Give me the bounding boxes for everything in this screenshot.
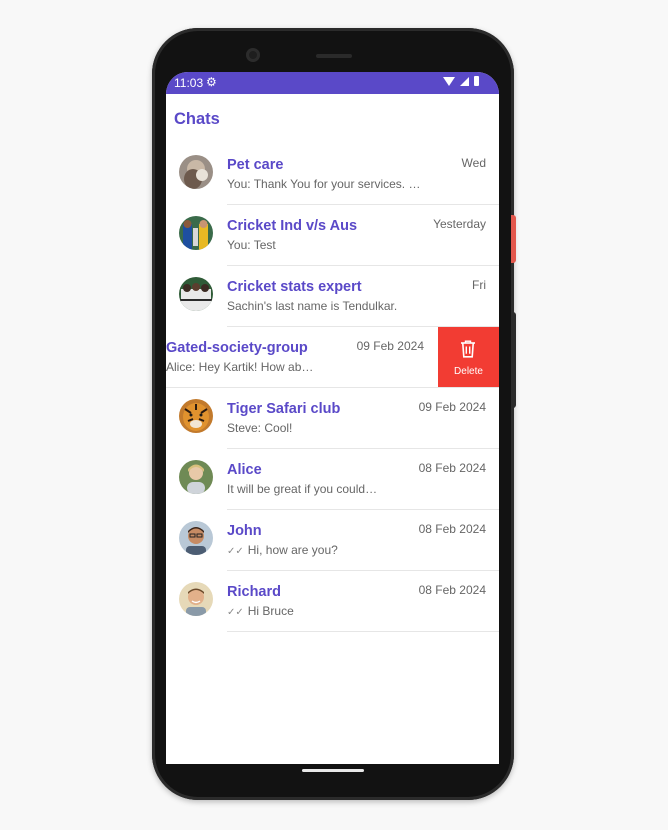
richard-avatar	[179, 582, 213, 616]
power-button	[511, 215, 516, 263]
chat-name: John	[227, 523, 262, 539]
chat-date: Yesterday	[433, 217, 486, 231]
chat-preview: Steve: Cool!	[227, 421, 293, 435]
status-icons	[443, 76, 479, 86]
page-title: Chats	[174, 110, 220, 128]
read-receipt-icon: ✓✓	[227, 607, 244, 618]
chat-name: Cricket Ind v/s Aus	[227, 218, 358, 234]
chat-row-tiger-safari-club[interactable]: Tiger Safari club Steve: Cool! 09 Feb 20…	[166, 388, 499, 449]
chat-preview: It will be great if you could…	[227, 482, 378, 496]
home-indicator[interactable]	[302, 769, 364, 772]
alice-avatar	[179, 460, 213, 494]
chat-preview-text: Hi, how are you?	[247, 543, 338, 557]
tiger-avatar	[179, 399, 213, 433]
volume-button	[511, 312, 516, 408]
chat-preview: ✓✓ Hi Bruce	[227, 604, 294, 618]
chat-name: Gated-society-group	[166, 340, 308, 356]
read-receipt-icon: ✓✓	[227, 546, 244, 557]
chat-date: 08 Feb 2024	[418, 522, 486, 536]
chat-list: Pet care You: Thank You for your service…	[166, 144, 499, 632]
front-camera	[246, 48, 260, 62]
chat-name: Tiger Safari club	[227, 401, 341, 417]
chat-row-pet-care[interactable]: Pet care You: Thank You for your service…	[166, 144, 499, 205]
chat-preview: You: Test	[227, 238, 276, 252]
chat-preview: ✓✓ Hi, how are you?	[227, 543, 338, 557]
signal-icon	[460, 76, 469, 86]
app-screen: 11:03 ⚙ Chats Pet care You: Thank You fo…	[166, 72, 499, 764]
chat-date: 08 Feb 2024	[418, 583, 486, 597]
chat-date: 09 Feb 2024	[356, 339, 424, 353]
chat-date: 08 Feb 2024	[418, 461, 486, 475]
gear-icon: ⚙	[206, 75, 217, 89]
chat-row-john[interactable]: John ✓✓ Hi, how are you? 08 Feb 2024	[166, 510, 499, 571]
chat-date: Wed	[461, 156, 486, 170]
chat-name: Pet care	[227, 157, 284, 173]
chat-date: Fri	[472, 278, 486, 292]
wifi-icon	[443, 76, 455, 86]
chat-row-gated-society-group[interactable]: Gated-society-group Alice: Hey Kartik! H…	[166, 327, 499, 388]
status-bar: 11:03 ⚙	[166, 72, 499, 94]
chat-row-richard[interactable]: Richard ✓✓ Hi Bruce 08 Feb 2024	[166, 571, 499, 632]
battery-icon	[474, 76, 479, 86]
chat-row-cricket-ind-aus[interactable]: Cricket Ind v/s Aus You: Test Yesterday	[166, 205, 499, 266]
chat-row-alice[interactable]: Alice It will be great if you could… 08 …	[166, 449, 499, 510]
chat-preview-text: Hi Bruce	[247, 604, 294, 618]
chat-name: Alice	[227, 462, 262, 478]
delete-label: Delete	[454, 366, 483, 377]
trash-icon	[461, 340, 475, 358]
chat-date: 09 Feb 2024	[418, 400, 486, 414]
chat-preview: Alice: Hey Kartik! How ab…	[166, 360, 314, 374]
chat-name: Cricket stats expert	[227, 279, 362, 295]
earpiece-speaker	[316, 54, 352, 58]
status-time: 11:03	[174, 76, 204, 90]
pet-care-avatar	[179, 155, 213, 189]
chat-preview: You: Thank You for your services. …	[227, 177, 421, 191]
cricket-avatar	[179, 216, 213, 250]
chat-name: Richard	[227, 584, 281, 600]
cricket-stats-avatar	[179, 277, 213, 311]
row-divider	[227, 631, 499, 632]
chat-row-cricket-stats-expert[interactable]: Cricket stats expert Sachin's last name …	[166, 266, 499, 327]
chat-preview: Sachin's last name is Tendulkar.	[227, 299, 398, 313]
delete-button[interactable]: Delete	[438, 327, 499, 388]
john-avatar	[179, 521, 213, 555]
